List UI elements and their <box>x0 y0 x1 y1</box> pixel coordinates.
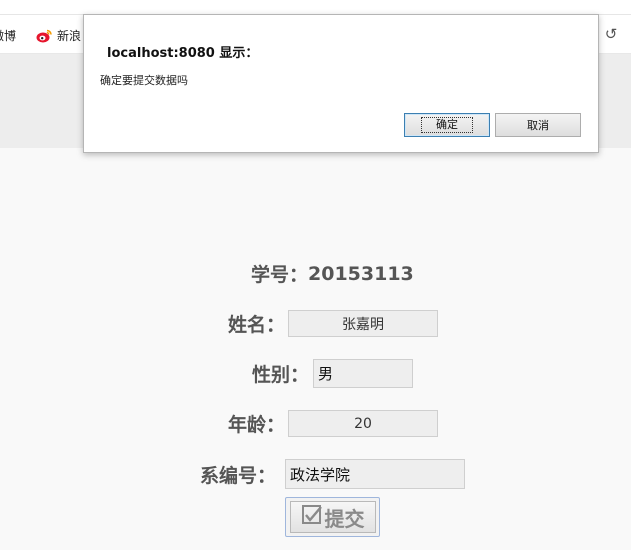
cancel-label: 取消 <box>527 119 549 132</box>
refresh-icon[interactable]: ↺ <box>601 24 621 44</box>
dept-field[interactable]: 政法学院 <box>285 459 465 489</box>
dept-row: 系编号： 政法学院 <box>200 459 465 489</box>
dialog-title: localhost:8080 显示： <box>107 46 259 61</box>
submit-label: 提交 <box>324 506 365 531</box>
submit-button[interactable]: 提交 <box>285 497 380 537</box>
ok-label: 确定 <box>421 117 473 133</box>
gender-select[interactable]: 男 <box>313 359 413 388</box>
bookmark-weibo[interactable]: 微博 <box>0 27 16 44</box>
dept-label: 系编号： <box>200 464 277 487</box>
dialog-ok-button[interactable]: 确定 <box>404 113 490 137</box>
dialog-cancel-button[interactable]: 取消 <box>495 113 581 137</box>
student-id-value: 20153113 <box>308 262 414 285</box>
browser-viewport: 微博 新浪 ↺ 学号： 20153113 姓名： 张嘉明 <box>0 0 631 550</box>
student-id-label: 学号： <box>251 264 309 286</box>
bookmark-label: 新浪 <box>57 29 82 43</box>
name-value: 张嘉明 <box>342 316 384 333</box>
gender-value: 男 <box>318 365 334 383</box>
age-row: 年龄： 20 <box>228 410 438 437</box>
dept-value: 政法学院 <box>290 465 351 484</box>
age-label: 年龄： <box>228 414 286 436</box>
gender-row: 性别： 男 <box>252 359 413 388</box>
age-field[interactable]: 20 <box>288 410 438 437</box>
browser-chrome <box>0 0 631 15</box>
age-value: 20 <box>354 415 372 432</box>
weibo-logo-icon <box>36 29 52 43</box>
name-row: 姓名： 张嘉明 <box>228 310 438 337</box>
checkbox-check-icon <box>301 504 323 531</box>
bookmark-sina[interactable]: 新浪 <box>36 27 81 44</box>
submit-button-face: 提交 <box>289 501 376 533</box>
dialog-message: 确定要提交数据吗 <box>100 74 188 87</box>
student-id-row: 学号： 20153113 <box>251 260 414 287</box>
name-field[interactable]: 张嘉明 <box>288 310 438 337</box>
gender-label: 性别： <box>252 364 310 386</box>
bookmark-label: 微博 <box>0 29 17 43</box>
name-label: 姓名： <box>228 314 286 336</box>
alert-dialog: localhost:8080 显示： 确定要提交数据吗 确定 取消 <box>83 14 599 153</box>
